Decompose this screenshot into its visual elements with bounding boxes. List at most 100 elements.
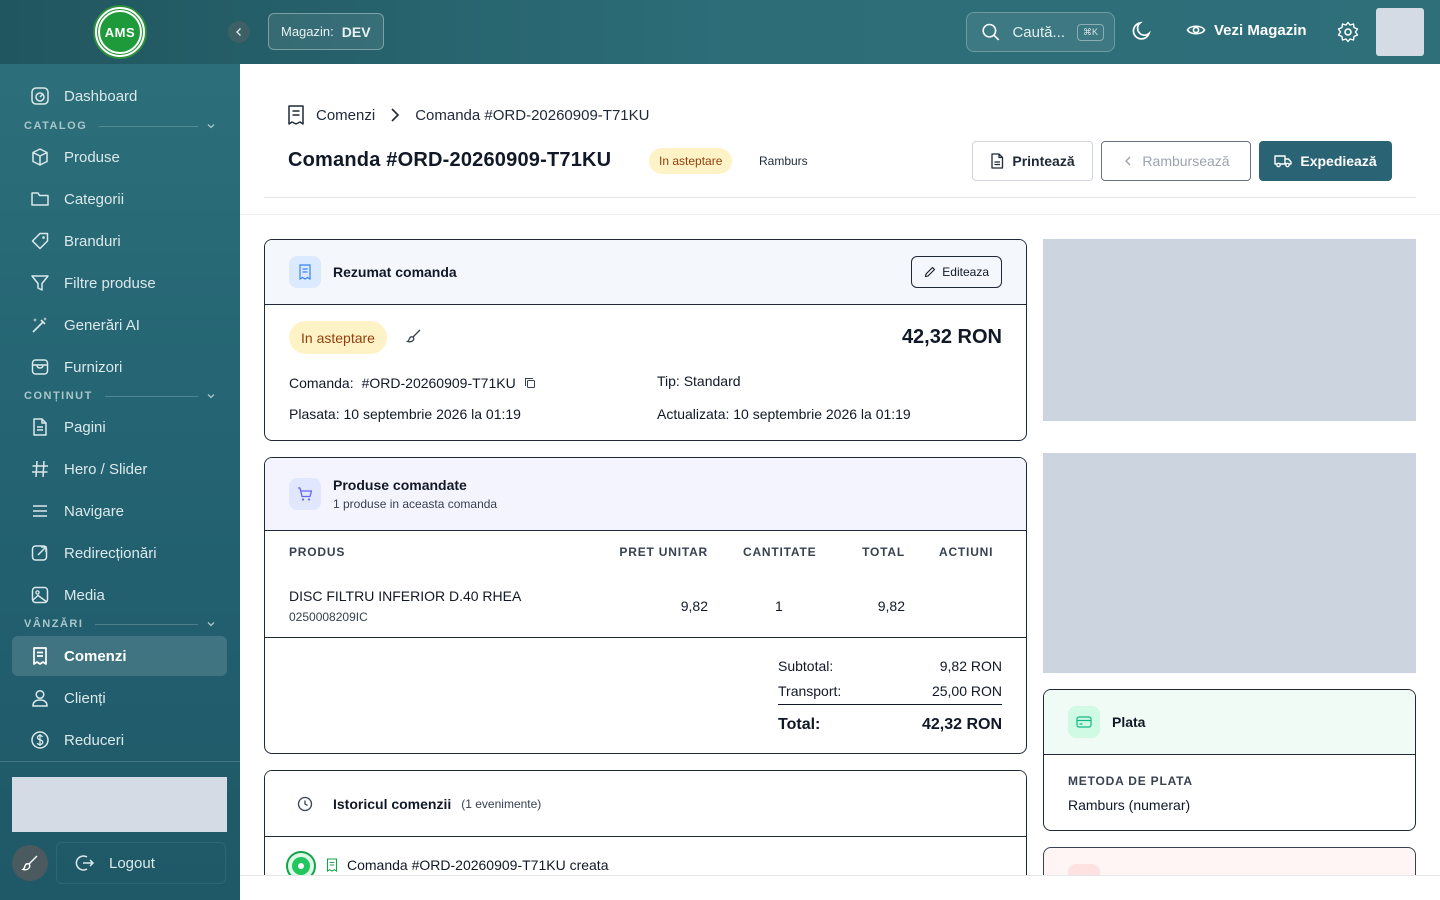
chevron-down-icon xyxy=(207,622,215,627)
card-subtitle: 1 produse in aceasta comanda xyxy=(333,497,498,511)
ordered-products-card: Produse comandate 1 produse in aceasta c… xyxy=(264,457,1027,754)
sidebar-item-pagini[interactable]: Pagini xyxy=(12,407,227,447)
sidebar-item-redirectionari[interactable]: Redirecționări xyxy=(12,533,227,573)
ship-label: Expediează xyxy=(1300,153,1377,169)
product-name: DISC FILTRU INFERIOR D.40 RHEA xyxy=(289,588,522,604)
sidebar-item-categorii[interactable]: Categorii xyxy=(12,179,227,219)
refund-label: Rambursează xyxy=(1142,153,1230,169)
store-selector[interactable]: Magazin: DEV xyxy=(268,13,384,50)
sidebar-item-dashboard[interactable]: Dashboard xyxy=(12,76,227,116)
file-icon xyxy=(991,153,1004,169)
address-card-placeholder xyxy=(1043,453,1416,673)
card-title: Istoricul comenzii xyxy=(333,795,452,812)
cart-icon xyxy=(298,487,313,501)
brush-icon[interactable] xyxy=(406,328,422,344)
search-icon xyxy=(982,23,1000,41)
card-header: Istoricul comenzii (1 evenimente) xyxy=(265,771,1026,837)
quantity: 1 xyxy=(775,598,783,614)
card-title: Rezumat comanda xyxy=(333,264,457,280)
updated-date: Actualizata: 10 septembrie 2026 la 01:19 xyxy=(657,406,911,422)
refund-button[interactable]: Rambursează xyxy=(1101,141,1251,181)
sidebar-item-label: Media xyxy=(64,586,105,604)
sidebar-promo-card xyxy=(12,777,227,832)
payment-method-value: Ramburs (numerar) xyxy=(1068,797,1191,813)
section-continut[interactable]: CONȚINUT xyxy=(24,390,216,402)
sidebar-item-hero[interactable]: Hero / Slider xyxy=(12,449,227,489)
view-store-link[interactable]: Vezi Magazin xyxy=(1186,20,1307,40)
sidebar-item-label: Branduri xyxy=(64,232,121,250)
card-heading: Produse comandate 1 produse in aceasta c… xyxy=(333,477,497,511)
column-header-total: TOTAL xyxy=(862,545,905,559)
edit-button[interactable]: Editeaza xyxy=(911,256,1002,288)
order-total: 42,32 RON xyxy=(901,326,1002,348)
section-label: VÂNZĂRI xyxy=(24,618,84,630)
section-vanzari[interactable]: VÂNZĂRI xyxy=(24,618,216,630)
chevron-down-icon xyxy=(207,124,215,129)
filter-icon xyxy=(31,275,49,291)
shipping-value: 25,00 RON xyxy=(931,683,1002,699)
logo-text: AMS xyxy=(97,9,143,55)
edit-label: Editeaza xyxy=(942,265,989,279)
sidebar-item-label: Generări AI xyxy=(64,316,140,334)
sidebar-item-label: Produse xyxy=(64,148,120,166)
sidebar-item-label: Pagini xyxy=(64,418,106,436)
sidebar-item-clienti[interactable]: Clienți xyxy=(12,678,227,718)
theme-brush-button[interactable] xyxy=(12,845,48,881)
column-header-actions: ACTIUNI xyxy=(939,545,994,559)
table-divider xyxy=(265,637,1026,638)
user-avatar[interactable] xyxy=(1376,8,1424,56)
column-header-product: PRODUS xyxy=(289,545,346,559)
copy-icon[interactable] xyxy=(524,377,536,389)
sidebar-item-branduri[interactable]: Branduri xyxy=(12,221,227,261)
chevron-down-icon xyxy=(207,394,215,399)
print-button[interactable]: Printează xyxy=(972,141,1093,181)
settings-icon[interactable] xyxy=(1337,21,1359,43)
sidebar-item-media[interactable]: Media xyxy=(12,575,227,615)
dark-mode-icon[interactable] xyxy=(1131,20,1153,42)
sidebar-divider xyxy=(0,761,240,762)
card-header: Rezumat comanda Editeaza xyxy=(265,240,1026,305)
sidebar-item-label: Reduceri xyxy=(64,731,125,749)
user-icon xyxy=(32,689,48,707)
order-number-label: Comanda: xyxy=(289,375,354,391)
cart-icon-bubble xyxy=(289,478,321,510)
search-shortcut: ⌘K xyxy=(1076,23,1104,41)
dollar-circle-icon xyxy=(31,731,49,749)
sidebar-item-reduceri[interactable]: Reduceri xyxy=(12,720,227,760)
sidebar-item-generari-ai[interactable]: Generări AI xyxy=(12,305,227,345)
hash-icon xyxy=(32,460,48,478)
credit-card-icon xyxy=(1076,716,1092,728)
ship-button[interactable]: Expediează xyxy=(1259,141,1392,181)
sidebar-item-label: Hero / Slider xyxy=(64,460,148,478)
subtotal-label: Subtotal: xyxy=(778,658,834,674)
order-number-row: Comanda: #ORD-20260909-T71KU xyxy=(289,375,536,391)
eye-icon xyxy=(1186,25,1206,35)
breadcrumb-root[interactable]: Comenzi xyxy=(316,107,375,124)
sidebar-item-comenzi[interactable]: Comenzi xyxy=(12,636,227,676)
sidebar-item-navigare[interactable]: Navigare xyxy=(12,491,227,531)
store-value: DEV xyxy=(341,23,371,40)
header-divider xyxy=(264,197,1416,198)
section-catalog[interactable]: CATALOG xyxy=(24,120,216,132)
column-header-unit-price: PRET UNITAR xyxy=(619,545,708,559)
app-logo[interactable]: AMS xyxy=(93,5,147,59)
sidebar-item-label: Navigare xyxy=(64,502,125,520)
page-title: Comanda #ORD-20260909-T71KU xyxy=(288,149,612,171)
store-label: Magazin: xyxy=(281,24,334,39)
sidebar-item-produse[interactable]: Produse xyxy=(12,137,227,177)
sidebar-item-furnizori[interactable]: Furnizori xyxy=(12,347,227,387)
view-store-label: Vezi Magazin xyxy=(1214,21,1307,39)
payment-badge: Ramburs xyxy=(759,154,808,168)
sidebar-item-label: Redirecționări xyxy=(64,544,157,562)
logout-button[interactable]: Logout xyxy=(56,842,226,884)
history-event: Comanda #ORD-20260909-T71KU creata xyxy=(347,857,609,873)
total-divider xyxy=(778,704,1002,705)
search-input[interactable]: Caută... ⌘K xyxy=(966,12,1115,52)
collapse-sidebar-button[interactable] xyxy=(228,21,250,43)
card-title: Plata xyxy=(1112,714,1146,730)
sidebar-item-label: Dashboard xyxy=(64,87,138,105)
order-type: Tip: Standard xyxy=(657,373,741,389)
sidebar-item-filtre[interactable]: Filtre produse xyxy=(12,263,227,303)
top-bar: AMS Magazin: DEV Caută... ⌘K Vezi Magazi… xyxy=(0,0,1440,64)
unit-price: 9,82 xyxy=(680,598,708,614)
